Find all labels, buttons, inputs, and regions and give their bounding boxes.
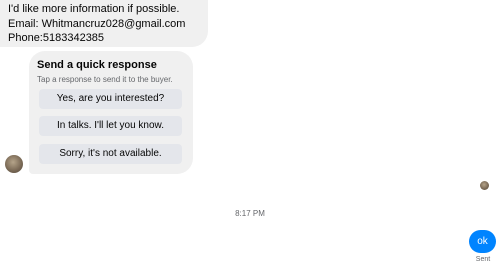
delivery-status: Sent xyxy=(475,256,491,263)
outgoing-message-bubble[interactable]: ok xyxy=(469,230,496,253)
incoming-message-line: I'd like more information if possible. xyxy=(8,3,180,15)
incoming-message-phone: Phone:5183342385 xyxy=(8,32,105,44)
quick-response-button-interested[interactable]: Yes, are you interested? xyxy=(39,89,182,109)
incoming-message-bubble: I'd like more information if possible. E… xyxy=(0,0,208,47)
messenger-conversation: I'd like more information if possible. E… xyxy=(0,0,500,270)
quick-response-button-not-available[interactable]: Sorry, it's not available. xyxy=(39,144,182,164)
seen-receipt-avatar xyxy=(480,181,489,190)
message-timestamp: 8:17 PM xyxy=(235,209,265,218)
sender-avatar[interactable] xyxy=(5,155,23,173)
quick-response-card: Send a quick response Tap a response to … xyxy=(29,51,193,174)
quick-response-title: Send a quick response xyxy=(37,59,157,71)
quick-response-button-in-talks[interactable]: In talks. I'll let you know. xyxy=(39,116,182,136)
incoming-message-email: Email: Whitmancruz028@gmail.com xyxy=(8,17,186,30)
quick-response-subtitle: Tap a response to send it to the buyer. xyxy=(37,75,173,84)
